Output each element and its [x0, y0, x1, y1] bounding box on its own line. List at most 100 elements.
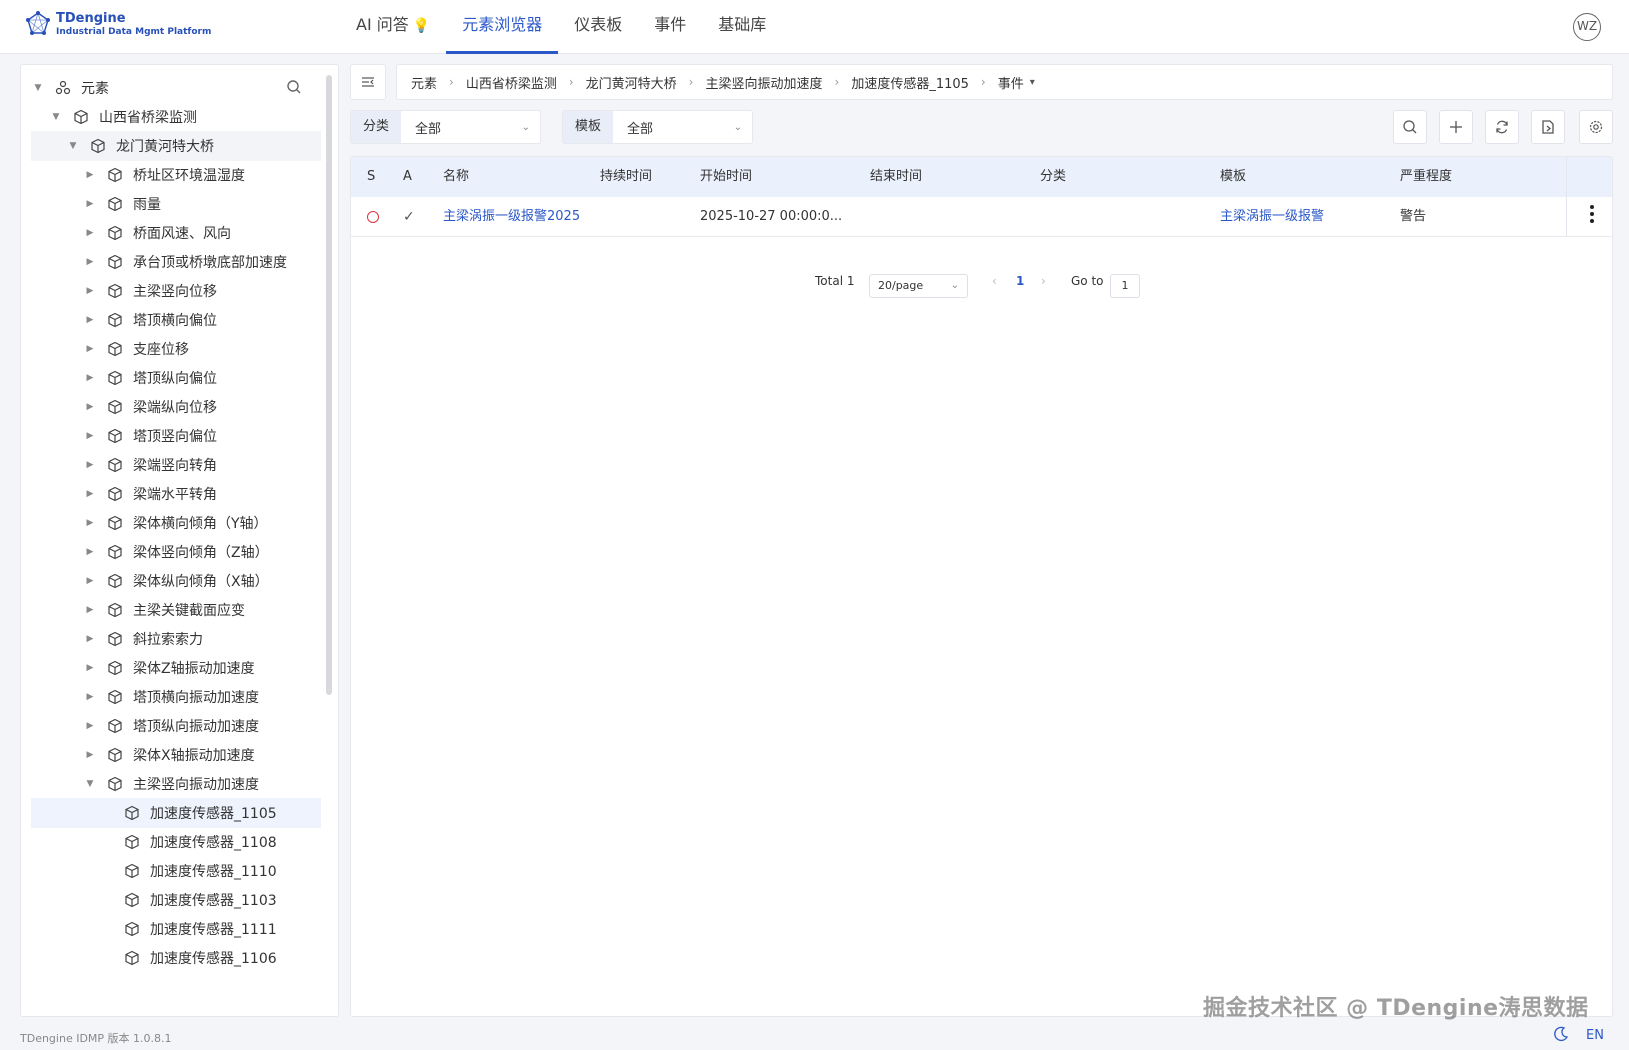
col-start-time[interactable]: 开始时间 — [700, 157, 752, 197]
caret-right-icon[interactable]: ▶ — [85, 750, 95, 760]
tree-item[interactable]: ▶ 斜拉索索力 — [31, 624, 321, 654]
collapse-sidebar-button[interactable] — [350, 64, 386, 100]
caret-right-icon[interactable]: ▶ — [85, 547, 95, 557]
tree-item[interactable]: ▶ 塔顶纵向振动加速度 — [31, 711, 321, 741]
tree-scrollbar[interactable] — [326, 75, 332, 695]
tree-item[interactable]: ▶ 梁体Z轴振动加速度 — [31, 653, 321, 683]
tree-item[interactable]: ▼ 山西省桥梁监测 — [31, 102, 321, 132]
element-group-icon — [55, 80, 71, 95]
caret-right-icon[interactable]: ▶ — [85, 170, 95, 180]
more-actions-icon[interactable] — [1590, 205, 1594, 226]
col-severity[interactable]: 严重程度 — [1400, 157, 1452, 197]
nav-library[interactable]: 基础库 — [702, 0, 782, 54]
tree-item[interactable]: ▶ 塔顶纵向偏位 — [31, 363, 321, 393]
page-size-select[interactable]: 20/page ⌄ — [869, 274, 968, 298]
col-name[interactable]: 名称 — [443, 157, 469, 197]
col-end-time[interactable]: 结束时间 — [870, 157, 922, 197]
caret-right-icon[interactable]: ▶ — [85, 634, 95, 644]
caret-right-icon[interactable]: ▶ — [85, 315, 95, 325]
tree-item[interactable]: ▶ 梁体纵向倾角（X轴） — [31, 566, 321, 596]
caret-down-icon[interactable]: ▼ — [68, 141, 78, 151]
breadcrumb-current[interactable]: 事件 — [998, 73, 1024, 92]
col-status[interactable]: S — [367, 157, 375, 197]
caret-right-icon[interactable]: ▶ — [85, 605, 95, 615]
caret-right-icon[interactable]: ▶ — [85, 402, 95, 412]
col-ack[interactable]: A — [403, 157, 412, 197]
tree-item[interactable]: 加速度传感器_1111 — [31, 914, 321, 944]
col-category[interactable]: 分类 — [1040, 157, 1066, 197]
tree-item[interactable]: ▶ 桥面风速、风向 — [31, 218, 321, 248]
tree-item[interactable]: ▶ 承台顶或桥墩底部加速度 — [31, 247, 321, 277]
caret-right-icon[interactable]: ▶ — [85, 373, 95, 383]
caret-right-icon[interactable]: ▶ — [85, 286, 95, 296]
tree-item[interactable]: ▶ 梁体X轴振动加速度 — [31, 740, 321, 770]
caret-right-icon[interactable]: ▶ — [85, 257, 95, 267]
nav-events[interactable]: 事件 — [638, 0, 702, 54]
page-number-current[interactable]: 1 — [1016, 274, 1024, 288]
event-name-link[interactable]: 主梁涡振一级报警2025 — [443, 197, 588, 237]
tree-item[interactable]: ▶ 主梁关键截面应变 — [31, 595, 321, 625]
breadcrumb-item[interactable]: 龙门黄河特大桥 — [586, 73, 677, 92]
breadcrumb-item[interactable]: 加速度传感器_1105 — [851, 73, 969, 92]
breadcrumb-item[interactable]: 主梁竖向振动加速度 — [705, 73, 822, 92]
caret-down-icon[interactable]: ▼ — [85, 779, 95, 789]
tree-item[interactable]: ▼ 主梁竖向振动加速度 — [31, 769, 321, 799]
chevron-down-icon[interactable]: ▾ — [1030, 77, 1035, 88]
caret-down-icon[interactable]: ▼ — [51, 112, 61, 122]
tree-item[interactable]: 加速度传感器_1103 — [31, 885, 321, 915]
tree-item[interactable]: ▶ 塔顶横向振动加速度 — [31, 682, 321, 712]
caret-right-icon[interactable]: ▶ — [85, 721, 95, 731]
user-avatar[interactable]: WZ — [1573, 13, 1601, 41]
caret-right-icon[interactable]: ▶ — [85, 576, 95, 586]
tree-item[interactable]: ▶ 塔顶竖向偏位 — [31, 421, 321, 451]
breadcrumb-item[interactable]: 元素 — [411, 73, 437, 92]
tree-item[interactable]: ▶ 梁端竖向转角 — [31, 450, 321, 480]
caret-right-icon[interactable]: ▶ — [85, 663, 95, 673]
settings-button[interactable] — [1579, 110, 1613, 144]
tree-item[interactable]: 加速度传感器_1108 — [31, 827, 321, 857]
table-row[interactable]: ✓ 主梁涡振一级报警2025 2025-10-27 00:00:0... 主梁涡… — [351, 197, 1612, 237]
tree-item[interactable]: ▶ 支座位移 — [31, 334, 321, 364]
tree-item[interactable]: 加速度传感器_1110 — [31, 856, 321, 886]
prev-page-icon[interactable]: ‹ — [992, 274, 997, 288]
caret-right-icon[interactable]: ▶ — [85, 460, 95, 470]
caret-right-icon[interactable]: ▶ — [85, 489, 95, 499]
goto-page-input[interactable]: 1 — [1110, 274, 1140, 298]
category-filter[interactable]: 分类 全部 ⌄ — [350, 110, 541, 144]
col-template[interactable]: 模板 — [1220, 157, 1246, 197]
tree-item[interactable]: ▶ 主梁竖向位移 — [31, 276, 321, 306]
tree-item[interactable]: ▼ 龙门黄河特大桥 — [31, 131, 321, 161]
refresh-button[interactable] — [1485, 110, 1519, 144]
tree-item[interactable]: 加速度传感器_1106 — [31, 943, 321, 973]
dark-mode-toggle-icon[interactable] — [1553, 1026, 1569, 1042]
next-page-icon[interactable]: › — [1041, 274, 1046, 288]
tree-item[interactable]: ▶ 桥址区环境温湿度 — [31, 160, 321, 190]
add-button[interactable] — [1439, 110, 1473, 144]
event-template-link[interactable]: 主梁涡振一级报警 — [1220, 197, 1324, 237]
tree-item[interactable]: ▶ 塔顶横向偏位 — [31, 305, 321, 335]
template-filter[interactable]: 模板 全部 ⌄ — [562, 110, 753, 144]
col-duration[interactable]: 持续时间 — [600, 157, 652, 197]
caret-right-icon[interactable]: ▶ — [85, 344, 95, 354]
language-toggle[interactable]: EN — [1586, 1028, 1604, 1043]
tree-item[interactable]: ▶ 梁体横向倾角（Y轴） — [31, 508, 321, 538]
caret-right-icon[interactable]: ▶ — [85, 431, 95, 441]
nav-dashboard[interactable]: 仪表板 — [558, 0, 638, 54]
caret-right-icon[interactable]: ▶ — [85, 518, 95, 528]
brand-logo[interactable]: TDengine Industrial Data Mgmt Platform — [24, 10, 211, 38]
breadcrumb-item[interactable]: 山西省桥梁监测 — [466, 73, 557, 92]
nav-element-browser[interactable]: 元素浏览器 — [446, 0, 559, 54]
export-button[interactable] — [1531, 110, 1565, 144]
caret-right-icon[interactable]: ▶ — [85, 228, 95, 238]
caret-down-icon[interactable]: ▼ — [33, 83, 43, 93]
nav-ai-qa[interactable]: AI 问答 💡 — [340, 0, 446, 54]
caret-right-icon[interactable]: ▶ — [85, 692, 95, 702]
tree-item[interactable]: ▶ 雨量 — [31, 189, 321, 219]
tree-item[interactable]: ▶ 梁端水平转角 — [31, 479, 321, 509]
tree-root[interactable]: ▼ 元素 — [31, 73, 321, 103]
tree-item[interactable]: ▶ 梁体竖向倾角（Z轴） — [31, 537, 321, 567]
tree-item[interactable]: 加速度传感器_1105 — [31, 798, 321, 828]
search-button[interactable] — [1393, 110, 1427, 144]
tree-item[interactable]: ▶ 梁端纵向位移 — [31, 392, 321, 422]
caret-right-icon[interactable]: ▶ — [85, 199, 95, 209]
